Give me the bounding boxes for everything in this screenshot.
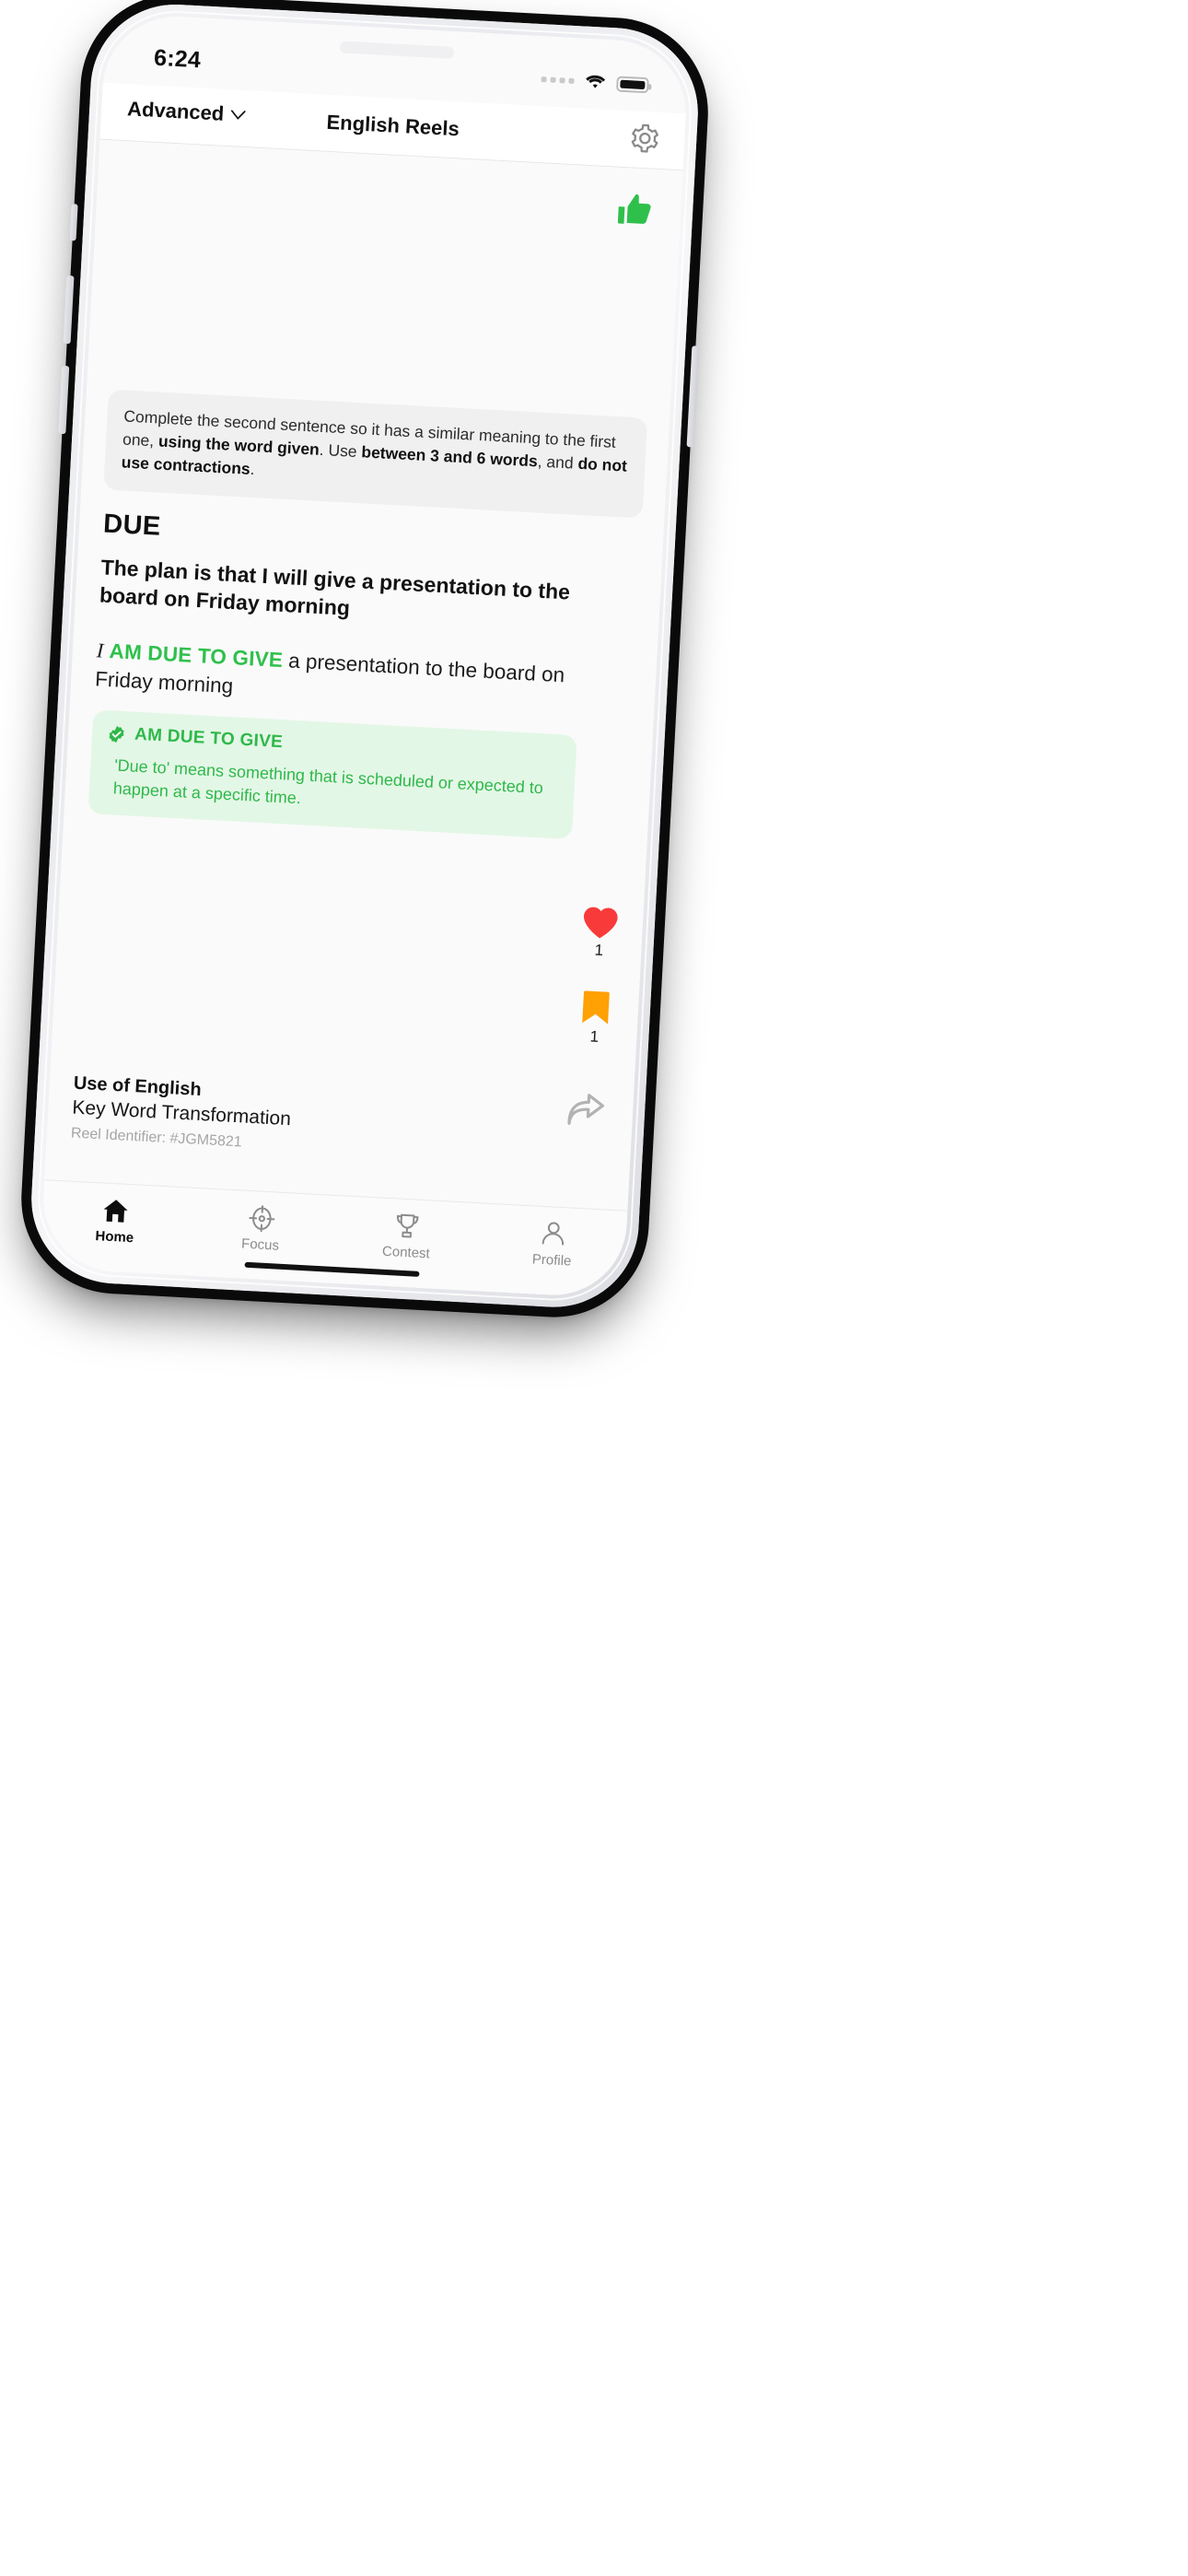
like-button[interactable]: 1	[579, 904, 621, 961]
phone-frame: 6:24 Advanced English Reels Complete the…	[27, 0, 703, 1312]
phone-mockup: 6:24 Advanced English Reels Complete the…	[22, 0, 1162, 1428]
signal-dots-icon	[541, 76, 575, 84]
target-icon	[249, 1205, 275, 1233]
home-icon	[103, 1200, 128, 1223]
answer-highlight: AM DUE TO GIVE	[109, 639, 284, 673]
tab-profile[interactable]: Profile	[477, 1203, 627, 1298]
reel-content: Complete the second sentence so it has a…	[43, 139, 683, 1220]
explanation-text: 'Due to' means something that is schedul…	[112, 755, 544, 808]
trophy-icon	[397, 1213, 419, 1238]
tab-focus-label: Focus	[240, 1235, 280, 1254]
screenshot-stage: 6:24 Advanced English Reels Complete the…	[0, 0, 1188, 2576]
silent-switch[interactable]	[69, 204, 78, 241]
battery-icon	[616, 75, 649, 93]
wifi-icon	[586, 75, 606, 88]
instruction-bold-1: using the word given	[157, 431, 320, 459]
explanation-card: AM DUE TO GIVE 'Due to' means something …	[87, 709, 577, 839]
heart-icon[interactable]	[580, 904, 621, 941]
meta-identifier: Reel Identifier: #JGM5821	[70, 1125, 243, 1151]
instruction-bold-2: between 3 and 6 words	[360, 442, 539, 471]
instruction-box: Complete the second sentence so it has a…	[103, 389, 648, 519]
gear-icon[interactable]	[628, 122, 661, 155]
status-time: 6:24	[153, 44, 202, 74]
action-rail: 1 1	[575, 904, 621, 1048]
rail-spacer	[597, 966, 598, 984]
share-arrow-icon[interactable]	[565, 1091, 608, 1130]
answer-sentence: I AM DUE TO GIVE a presentation to the b…	[94, 636, 619, 720]
power-button[interactable]	[686, 345, 700, 448]
instruction-text-2: . Use	[319, 439, 363, 462]
phone-screen: 6:24 Advanced English Reels Complete the…	[40, 12, 690, 1299]
volume-down-button[interactable]	[58, 365, 70, 435]
bookmark-button[interactable]: 1	[579, 989, 611, 1048]
instruction-text-3: , and	[537, 451, 579, 473]
verified-check-icon	[109, 725, 124, 743]
status-icons	[541, 71, 649, 93]
explanation-title: AM DUE TO GIVE	[134, 724, 284, 753]
volume-up-button[interactable]	[63, 275, 75, 345]
bookmark-icon[interactable]	[580, 989, 611, 1027]
tab-contest-label: Contest	[381, 1243, 431, 1262]
key-word: DUE	[102, 509, 162, 542]
like-count: 1	[594, 941, 604, 959]
bookmark-count: 1	[589, 1027, 600, 1046]
tab-profile-label: Profile	[531, 1251, 572, 1270]
tab-home-label: Home	[95, 1228, 134, 1247]
thumbs-up-icon[interactable]	[615, 190, 656, 230]
reel-meta: Use of English Key Word Transformation R…	[70, 1073, 292, 1154]
prompt-sentence: The plan is that I will give a presentat…	[99, 555, 571, 621]
answer-prefix: I	[96, 638, 105, 662]
tab-contest[interactable]: Contest	[332, 1196, 482, 1291]
person-icon	[542, 1222, 564, 1246]
instruction-text-4: .	[250, 459, 256, 478]
tab-home[interactable]: Home	[40, 1180, 190, 1275]
